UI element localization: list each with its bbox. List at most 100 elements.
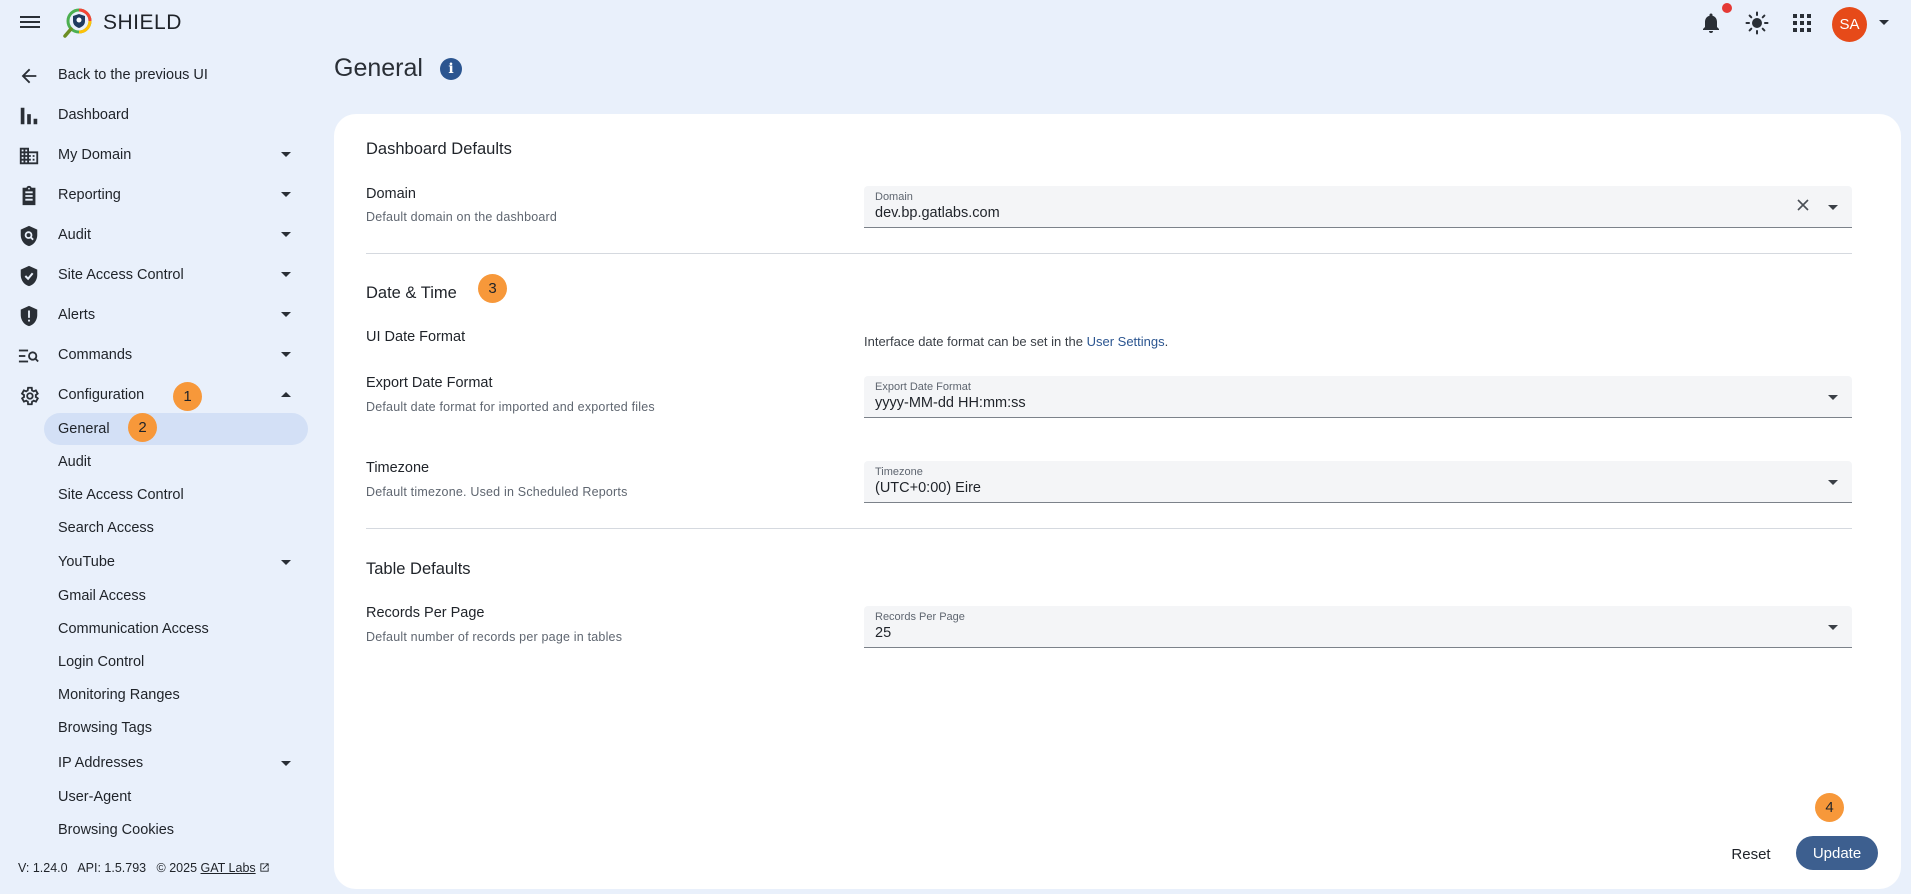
timezone-field-label: Timezone bbox=[875, 466, 923, 478]
account-menu-caret-icon[interactable] bbox=[1879, 20, 1889, 25]
export-date-format-select[interactable]: Export Date Format yyyy-MM-dd HH:mm:ss bbox=[864, 376, 1852, 418]
sidebar-subitem-site-access-control[interactable]: Site Access Control bbox=[44, 479, 308, 511]
clear-icon[interactable] bbox=[1796, 198, 1810, 212]
clipboard-icon bbox=[22, 185, 36, 206]
api-version: API: 1.5.793 bbox=[77, 861, 147, 875]
reset-button[interactable]: Reset bbox=[1722, 838, 1780, 870]
export-date-format-description: Default date format for imported and exp… bbox=[366, 400, 655, 414]
chevron-down-icon bbox=[281, 352, 291, 357]
commands-icon bbox=[18, 349, 39, 363]
sidebar-subitem-browsing-tags[interactable]: Browsing Tags bbox=[44, 712, 308, 744]
hamburger-menu-icon[interactable] bbox=[18, 13, 42, 33]
shield-check-icon bbox=[20, 265, 38, 287]
sidebar-subitem-general[interactable]: General bbox=[44, 413, 308, 445]
sidebar-subitem-monitoring-ranges[interactable]: Monitoring Ranges bbox=[44, 679, 308, 711]
timezone-select[interactable]: Timezone (UTC+0:00) Eire bbox=[864, 461, 1852, 503]
back-to-previous-ui-link[interactable]: Back to the previous UI bbox=[0, 56, 310, 94]
sidebar-subitem-communication-access[interactable]: Communication Access bbox=[44, 613, 308, 645]
notification-dot bbox=[1722, 3, 1732, 13]
sidebar-subitem-label: YouTube bbox=[58, 554, 115, 570]
user-avatar[interactable]: SA bbox=[1832, 7, 1867, 42]
records-per-page-description: Default number of records per page in ta… bbox=[366, 630, 623, 644]
update-button[interactable]: Update bbox=[1796, 836, 1878, 870]
sidebar-item-label: Reporting bbox=[58, 187, 121, 203]
sidebar-item-alerts[interactable]: Alerts bbox=[0, 296, 310, 334]
sidebar-subitem-label: IP Addresses bbox=[58, 755, 144, 771]
sidebar-subitem-label: User-Agent bbox=[58, 789, 132, 805]
chevron-down-icon bbox=[1828, 205, 1838, 210]
section-title-table-defaults: Table Defaults bbox=[366, 560, 471, 578]
domain-field-label: Domain bbox=[875, 191, 913, 203]
step-badge-3: 3 bbox=[478, 274, 507, 303]
hint-text: Interface date format can be set in the bbox=[864, 334, 1083, 349]
chevron-down-icon bbox=[281, 272, 291, 277]
chevron-down-icon bbox=[1828, 395, 1838, 400]
domain-select[interactable]: Domain dev.bp.gatlabs.com bbox=[864, 186, 1852, 228]
divider bbox=[366, 253, 1852, 254]
sidebar-item-label: Site Access Control bbox=[58, 267, 184, 283]
sidebar-item-label: My Domain bbox=[58, 147, 132, 163]
apps-grid-icon[interactable] bbox=[1790, 11, 1814, 35]
user-settings-link[interactable]: User Settings bbox=[1087, 334, 1165, 349]
sidebar-subitem-label: Communication Access bbox=[58, 621, 209, 637]
sidebar-subitem-search-access[interactable]: Search Access bbox=[44, 512, 308, 544]
sidebar-subitem-gmail-access[interactable]: Gmail Access bbox=[44, 580, 308, 612]
sidebar-subitem-audit[interactable]: Audit bbox=[44, 446, 308, 478]
sidebar-subitem-ip-addresses[interactable]: IP Addresses bbox=[44, 747, 308, 779]
sidebar-subitem-label: Search Access bbox=[58, 520, 154, 536]
chevron-down-icon bbox=[1828, 625, 1838, 630]
sidebar-subitem-label: Monitoring Ranges bbox=[58, 687, 180, 703]
chevron-down-icon bbox=[1828, 480, 1838, 485]
sidebar-item-site-access-control[interactable]: Site Access Control bbox=[0, 256, 310, 294]
sidebar-subitem-youtube[interactable]: YouTube bbox=[44, 546, 308, 578]
sidebar-item-label: Commands bbox=[58, 347, 133, 363]
shield-search-icon bbox=[20, 225, 38, 247]
sidebar-subitem-label: General bbox=[58, 421, 110, 437]
sidebar-subitem-login-control[interactable]: Login Control bbox=[44, 646, 308, 678]
gat-labs-link[interactable]: GAT Labs bbox=[201, 861, 256, 875]
ui-date-format-hint: Interface date format can be set in the … bbox=[864, 334, 1168, 349]
chevron-down-icon bbox=[281, 192, 291, 197]
external-link-icon[interactable] bbox=[259, 862, 270, 873]
export-date-format-field-value: yyyy-MM-dd HH:mm:ss bbox=[875, 395, 1026, 411]
sidebar-subitem-browsing-cookies[interactable]: Browsing Cookies bbox=[44, 814, 308, 846]
divider bbox=[366, 528, 1852, 529]
step-badge-2: 2 bbox=[128, 413, 157, 442]
sidebar-item-audit[interactable]: Audit bbox=[0, 216, 310, 254]
domain-label: Domain bbox=[366, 186, 416, 202]
copyright: © 2025 bbox=[156, 861, 198, 875]
section-title-date-time: Date & Time bbox=[366, 284, 457, 302]
info-icon[interactable]: i bbox=[440, 58, 462, 80]
bell-icon[interactable] bbox=[1699, 11, 1723, 35]
sidebar-item-my-domain[interactable]: My Domain bbox=[0, 136, 310, 174]
domain-field-value: dev.bp.gatlabs.com bbox=[875, 205, 1000, 221]
app-brand: SHIELD bbox=[103, 11, 182, 34]
bar-chart-icon bbox=[20, 107, 38, 125]
step-badge-1: 1 bbox=[173, 382, 202, 411]
sidebar-item-reporting[interactable]: Reporting bbox=[0, 176, 310, 214]
arrow-left-icon bbox=[21, 68, 37, 84]
export-date-format-field-label: Export Date Format bbox=[875, 381, 971, 393]
sidebar-item-commands[interactable]: Commands bbox=[0, 336, 310, 374]
export-date-format-label: Export Date Format bbox=[366, 375, 493, 391]
sidebar-subitem-label: Audit bbox=[58, 454, 92, 470]
records-per-page-field-value: 25 bbox=[875, 625, 892, 641]
sidebar-subitem-label: Login Control bbox=[58, 654, 145, 670]
timezone-field-value: (UTC+0:00) Eire bbox=[875, 480, 981, 496]
sidebar-item-dashboard[interactable]: Dashboard bbox=[0, 96, 310, 134]
ui-date-format-label: UI Date Format bbox=[366, 329, 466, 345]
records-per-page-select[interactable]: Records Per Page 25 bbox=[864, 606, 1852, 648]
sidebar-item-label: Configuration bbox=[58, 387, 145, 403]
step-badge-4: 4 bbox=[1815, 793, 1844, 822]
building-icon bbox=[19, 147, 39, 165]
timezone-description: Default timezone. Used in Scheduled Repo… bbox=[366, 485, 628, 499]
sidebar-item-label: Dashboard bbox=[58, 107, 129, 123]
sidebar-item-configuration[interactable]: Configuration bbox=[0, 376, 310, 414]
theme-toggle-icon[interactable] bbox=[1745, 11, 1769, 35]
sidebar-subitem-user-agent[interactable]: User-Agent bbox=[44, 781, 308, 813]
sidebar-item-label: Alerts bbox=[58, 307, 96, 323]
sidebar-item-label: Audit bbox=[58, 227, 92, 243]
chevron-down-icon bbox=[281, 232, 291, 237]
gear-icon bbox=[20, 386, 40, 406]
sidebar-subitem-label: Browsing Cookies bbox=[58, 822, 175, 838]
